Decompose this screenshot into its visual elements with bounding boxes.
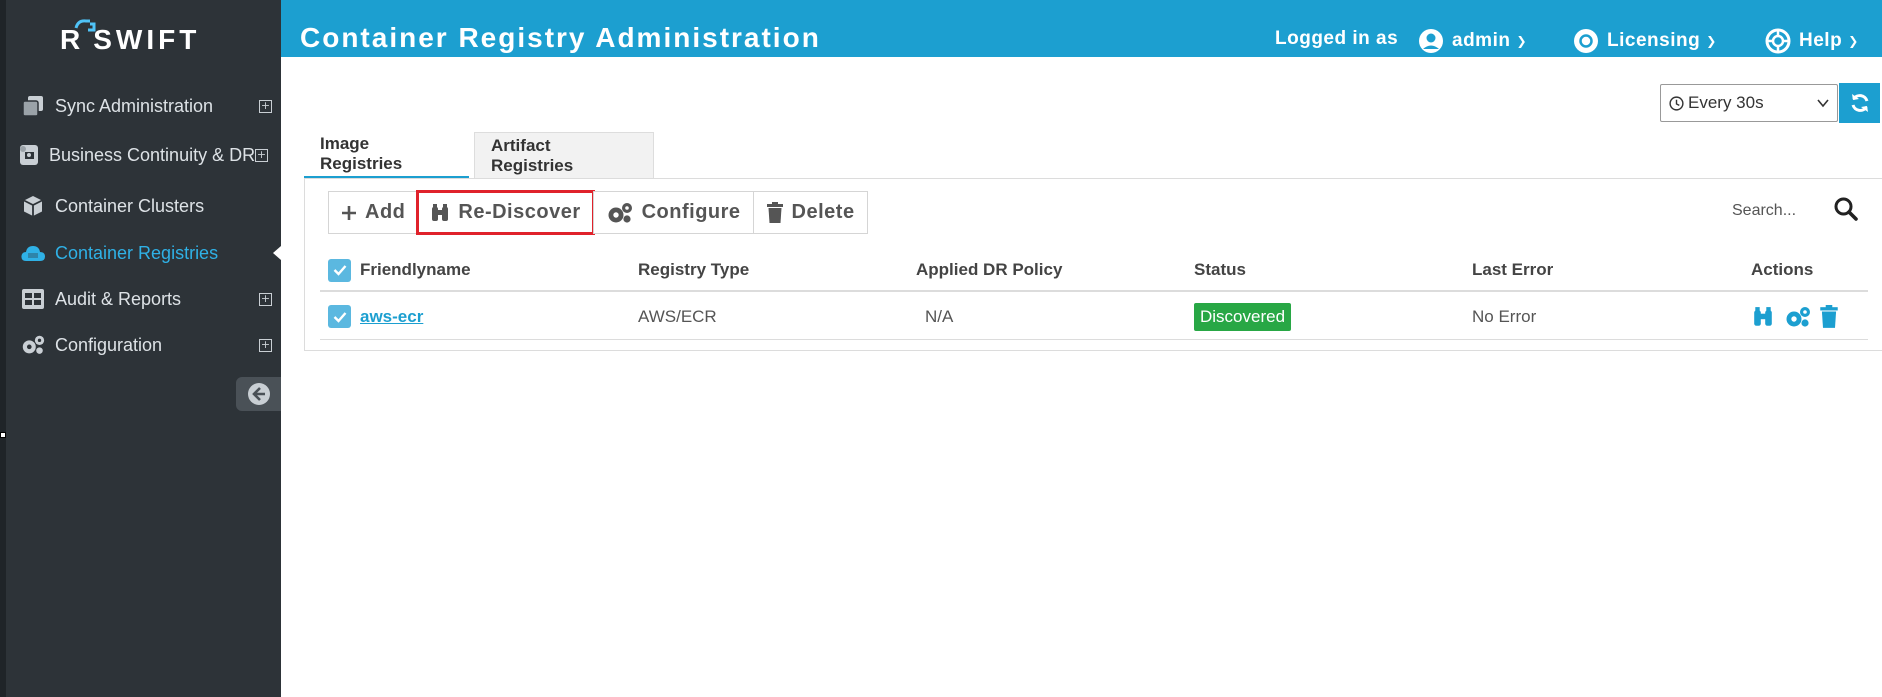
binoculars-icon (430, 203, 450, 223)
column-header-last-error[interactable]: Last Error (1472, 250, 1553, 290)
column-label: Friendlyname (360, 260, 471, 279)
sidebar-item-container-registries[interactable]: Container Registries (20, 238, 281, 268)
logo-text: SWIFT (93, 24, 201, 55)
registry-link[interactable]: aws-ecr (360, 307, 423, 327)
logged-in-text: Logged in as (1275, 28, 1399, 49)
sidebar-item-audit-reports[interactable]: Audit & Reports + (20, 284, 280, 314)
scroll-icon (16, 143, 42, 167)
plus-icon (341, 205, 357, 221)
sidebar-item-business-continuity[interactable]: Business Continuity & DR + (16, 140, 276, 170)
logo-swirl-icon (74, 19, 96, 32)
search-input[interactable] (1730, 196, 1840, 226)
licensing-gear-icon (1574, 29, 1598, 53)
column-header-dr-policy[interactable]: Applied DR Policy (916, 250, 1062, 290)
column-header-actions: Actions (1751, 250, 1813, 290)
sidebar-item-label: Container Registries (55, 242, 219, 263)
column-header-registry-type[interactable]: Registry Type (638, 250, 749, 290)
cell-actions (1751, 294, 1839, 339)
sidebar-item-label: Business Continuity & DR (49, 144, 256, 165)
search-icon[interactable] (1833, 196, 1859, 222)
cell-status: Discovered (1194, 294, 1292, 339)
expand-icon[interactable]: + (259, 339, 272, 352)
cloud-icon (20, 241, 46, 265)
sidebar-item-label: Audit & Reports (55, 288, 182, 309)
chevron-down-icon (1817, 99, 1829, 108)
add-button[interactable]: Add (328, 191, 419, 234)
refresh-interval-value: Every 30s (1688, 93, 1764, 112)
tab-label: Artifact Registries (491, 136, 574, 175)
refresh-button[interactable] (1839, 83, 1880, 123)
help-label: Help (1799, 30, 1843, 51)
column-label: Actions (1751, 260, 1814, 279)
help-menu[interactable]: Help ❯ (1765, 28, 1859, 54)
cube-icon (20, 194, 46, 218)
rediscover-action-icon[interactable] (1751, 306, 1775, 328)
sidebar-item-configuration[interactable]: Configuration + (20, 330, 280, 360)
row-checkbox[interactable] (328, 294, 351, 339)
sidebar-edge (0, 0, 6, 697)
cell-registry-type: AWS/ECR (638, 306, 717, 326)
configure-button[interactable]: Configure (592, 191, 754, 234)
top-bar: Container Registry Administration Logged… (281, 0, 1882, 57)
refresh-interval-select[interactable]: Every 30s (1660, 84, 1838, 122)
delete-action-icon[interactable] (1819, 304, 1839, 329)
column-label: Last Error (1472, 260, 1554, 279)
toolbar: Add Re-Discover Configure Delete (328, 190, 868, 235)
status-badge: Discovered (1194, 302, 1292, 331)
user-name: admin (1452, 30, 1511, 51)
chevron-down-icon: ❯ (1848, 34, 1859, 48)
delete-button[interactable]: Delete (752, 191, 868, 234)
page-title: Container Registry Administration (300, 22, 821, 53)
life-ring-icon (1765, 28, 1791, 54)
user-circle-icon (1419, 29, 1443, 53)
cell-friendlyname: aws-ecr (360, 294, 423, 339)
licensing-label: Licensing (1607, 30, 1701, 51)
sidebar-item-sync-administration[interactable]: Sync Administration + (20, 91, 280, 121)
add-label: Add (365, 201, 406, 223)
app-logo[interactable]: R SWIFT (60, 19, 201, 58)
sidebar-item-label: Sync Administration (55, 95, 214, 116)
sidebar-item-container-clusters[interactable]: Container Clusters (20, 191, 280, 221)
active-caret (273, 246, 281, 260)
sidebar-item-label: Configuration (55, 334, 163, 355)
arrow-left-circle-icon (247, 383, 270, 405)
collapse-sidebar-button[interactable] (236, 377, 281, 411)
chevron-down-icon: ❯ (1516, 34, 1528, 48)
column-label: Status (1194, 260, 1246, 279)
resize-handle[interactable] (0, 432, 6, 438)
trash-icon (766, 201, 784, 224)
tab-label: Image Registries (320, 134, 403, 173)
chevron-down-icon: ❯ (1706, 34, 1717, 48)
delete-label: Delete (791, 201, 855, 223)
cogs-icon (606, 201, 634, 225)
cogs-icon (20, 333, 46, 357)
tab-artifact-registries[interactable]: Artifact Registries (474, 132, 654, 179)
tab-image-registries[interactable]: Image Registries (304, 132, 469, 179)
copy-icon (20, 94, 46, 118)
column-label: Applied DR Policy (916, 260, 1063, 279)
column-header-friendlyname[interactable]: Friendlyname (360, 250, 471, 290)
expand-icon[interactable]: + (259, 100, 272, 113)
refresh-icon (1851, 94, 1868, 112)
select-all-checkbox[interactable] (328, 250, 351, 290)
user-menu[interactable]: admin ❯ (1418, 28, 1527, 54)
rediscover-button[interactable]: Re-Discover (416, 190, 595, 235)
clock-icon (1669, 95, 1684, 111)
licensing-menu[interactable]: Licensing ❯ (1573, 28, 1717, 54)
table-icon (20, 287, 46, 311)
cell-dr-policy: N/A (925, 306, 954, 326)
column-label: Registry Type (638, 260, 750, 279)
sidebar-item-label: Container Clusters (55, 195, 205, 216)
expand-icon[interactable]: + (259, 293, 272, 306)
configure-action-icon[interactable] (1783, 305, 1813, 329)
column-header-status[interactable]: Status (1194, 250, 1246, 290)
expand-icon[interactable]: + (255, 149, 268, 162)
rediscover-label: Re-Discover (458, 201, 581, 223)
cell-last-error: No Error (1472, 306, 1537, 326)
logged-in-label: Logged in as (1275, 28, 1398, 50)
configure-label: Configure (641, 201, 741, 223)
table-row: aws-ecr AWS/ECR N/A Discovered No Error (320, 294, 1868, 340)
sidebar: R SWIFT Sync Administration + Business C… (0, 0, 281, 697)
table-header: Friendlyname Registry Type Applied DR Po… (320, 250, 1868, 292)
